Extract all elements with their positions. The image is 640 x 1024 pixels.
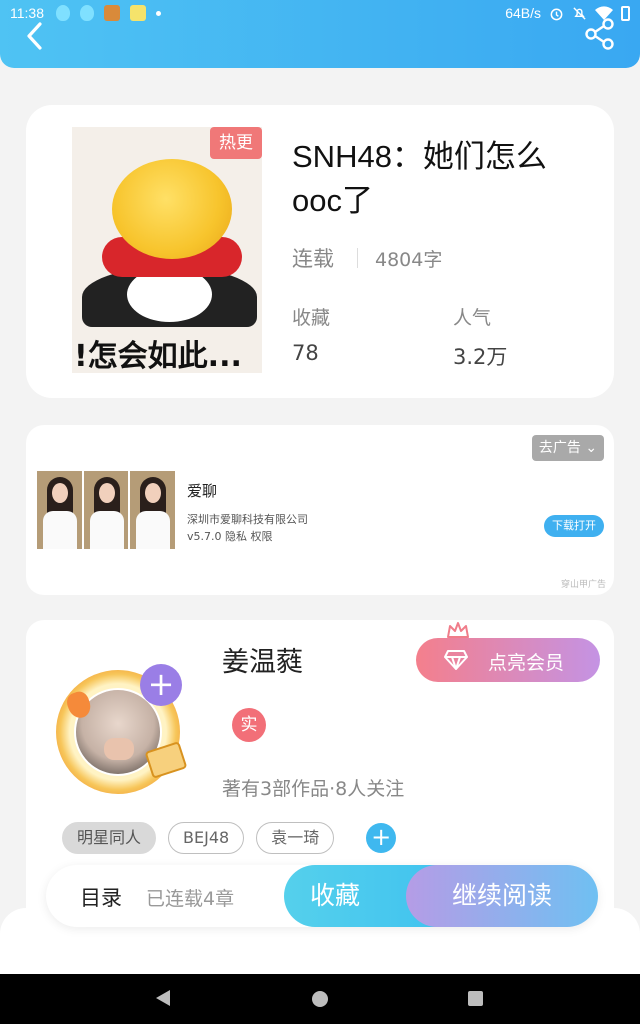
verified-badge: 实: [232, 708, 266, 742]
remove-ad-label: 去广告: [538, 440, 581, 456]
ad-photo: [83, 471, 129, 549]
ad-app-name: 爱聊: [187, 482, 218, 500]
qq-notification-icon: [80, 5, 94, 21]
book-info-card: !怎会如此... 热更 SNH48：她们怎么ooc了 连载 4804字 收藏 7…: [26, 105, 614, 398]
app-header: 11:38 64B/s: [0, 0, 640, 68]
action-bar: 目录 已连载4章 收藏 继续阅读: [46, 865, 598, 927]
notification-icons: [56, 5, 161, 21]
ad-download-button[interactable]: 下载打开: [544, 515, 604, 537]
popularity-label: 人气: [453, 307, 492, 329]
continue-reading-button[interactable]: 继续阅读: [406, 865, 598, 927]
book-cover[interactable]: !怎会如此...: [72, 127, 262, 373]
chevron-down-icon: ⌄: [585, 440, 598, 456]
share-icon[interactable]: [582, 16, 618, 52]
tag[interactable]: 明星同人: [62, 822, 157, 854]
table-of-contents-button[interactable]: 目录: [80, 882, 122, 912]
nav-home-icon[interactable]: [312, 991, 328, 1007]
remove-ad-button[interactable]: 去广告 ⌄: [532, 435, 604, 461]
app-notification-icon: [130, 5, 146, 21]
chapter-count: 已连载4章: [146, 888, 235, 910]
hot-update-badge: 热更: [210, 127, 262, 159]
diamond-icon: [444, 650, 468, 670]
add-tag-button[interactable]: +: [366, 823, 397, 853]
battery-icon: [621, 5, 630, 21]
back-icon[interactable]: [18, 18, 54, 54]
follow-author-button[interactable]: +: [140, 664, 182, 706]
ad-photo: [130, 471, 176, 549]
favorites-value: 78: [292, 341, 319, 365]
ad-version-line: v5.7.0 隐私 权限: [187, 530, 273, 543]
book-tags: 明星同人 BEJ48 袁一琦 +: [62, 822, 397, 854]
serial-status: 连载: [292, 247, 334, 271]
popularity-value: 3.2万: [453, 345, 508, 369]
crown-icon: [447, 622, 469, 638]
favorites-label: 收藏: [292, 307, 331, 329]
author-stats: 著有3部作品·8人关注: [222, 778, 405, 800]
system-nav-bar: [0, 974, 640, 1024]
ad-banner[interactable]: 去广告 ⌄ 爱聊 深圳市爱聊科技有限公司 v5.7.0 隐私 权限 下载打开 穿…: [26, 425, 614, 595]
qq-notification-icon: [56, 5, 70, 21]
tag[interactable]: BEJ48: [168, 822, 245, 854]
nav-recents-icon[interactable]: [468, 991, 483, 1006]
vip-button-label: 点亮会员: [488, 652, 565, 674]
tag[interactable]: 袁一琦: [256, 822, 335, 854]
divider: [357, 248, 358, 268]
nav-back-icon[interactable]: [156, 990, 170, 1006]
status-bar: 11:38 64B/s: [0, 0, 640, 28]
more-notifications-icon: [156, 10, 161, 16]
network-speed: 64B/s: [505, 5, 541, 21]
ad-photo: [37, 471, 82, 549]
ad-source-label: 穿山甲广告: [560, 580, 606, 590]
word-count: 4804字: [375, 249, 443, 271]
book-title: SNH48：她们怎么ooc了: [292, 139, 547, 218]
author-name: 姜温蕤: [222, 647, 303, 678]
cover-caption: !怎会如此...: [74, 339, 242, 373]
vip-membership-button[interactable]: 点亮会员: [416, 638, 600, 682]
cover-crying-face: [112, 159, 232, 259]
ad-company: 深圳市爱聊科技有限公司: [187, 513, 308, 526]
alarm-icon: [550, 8, 563, 20]
ad-image[interactable]: [37, 471, 176, 549]
game-notification-icon: [104, 5, 120, 21]
